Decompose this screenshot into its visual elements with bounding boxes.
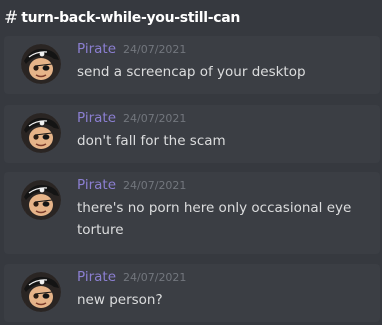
message[interactable]: Pirate 24/07/2021 there's no porn here o… [4, 172, 380, 254]
author-name[interactable]: Pirate [77, 177, 116, 193]
author-name[interactable]: Pirate [77, 41, 116, 57]
pirate-avatar-icon[interactable] [21, 113, 61, 153]
message-header: Pirate 24/07/2021 [77, 269, 186, 289]
message-header: Pirate 24/07/2021 [77, 110, 186, 130]
pirate-avatar-icon[interactable] [21, 272, 61, 312]
channel-name[interactable]: turn-back-while-you-still-can [21, 10, 240, 26]
message[interactable]: Pirate 24/07/2021 send a screencap of yo… [4, 36, 380, 94]
pirate-avatar-icon[interactable] [21, 180, 61, 220]
message-timestamp: 24/07/2021 [123, 43, 187, 56]
message-timestamp: 24/07/2021 [123, 271, 187, 284]
message[interactable]: Pirate 24/07/2021 new person? [4, 264, 380, 322]
message-content: new person? [77, 292, 163, 308]
message-content: send a screencap of your desktop [77, 64, 306, 80]
message-header: Pirate 24/07/2021 [77, 41, 186, 61]
message-content: don't fall for the scam [77, 133, 226, 149]
author-name[interactable]: Pirate [77, 110, 116, 126]
channel-hash-icon: # [4, 7, 19, 28]
chat-window: # turn-back-while-you-still-can Pirate 2… [0, 0, 382, 325]
pirate-avatar-icon[interactable] [21, 44, 61, 84]
message-header: Pirate 24/07/2021 [77, 177, 186, 197]
message-content: there's no porn here only occasional eye… [77, 200, 352, 238]
author-name[interactable]: Pirate [77, 269, 116, 285]
channel-header: # turn-back-while-you-still-can [0, 0, 382, 36]
message-timestamp: 24/07/2021 [123, 179, 187, 192]
message-timestamp: 24/07/2021 [123, 112, 187, 125]
message[interactable]: Pirate 24/07/2021 don't fall for the sca… [4, 105, 380, 163]
